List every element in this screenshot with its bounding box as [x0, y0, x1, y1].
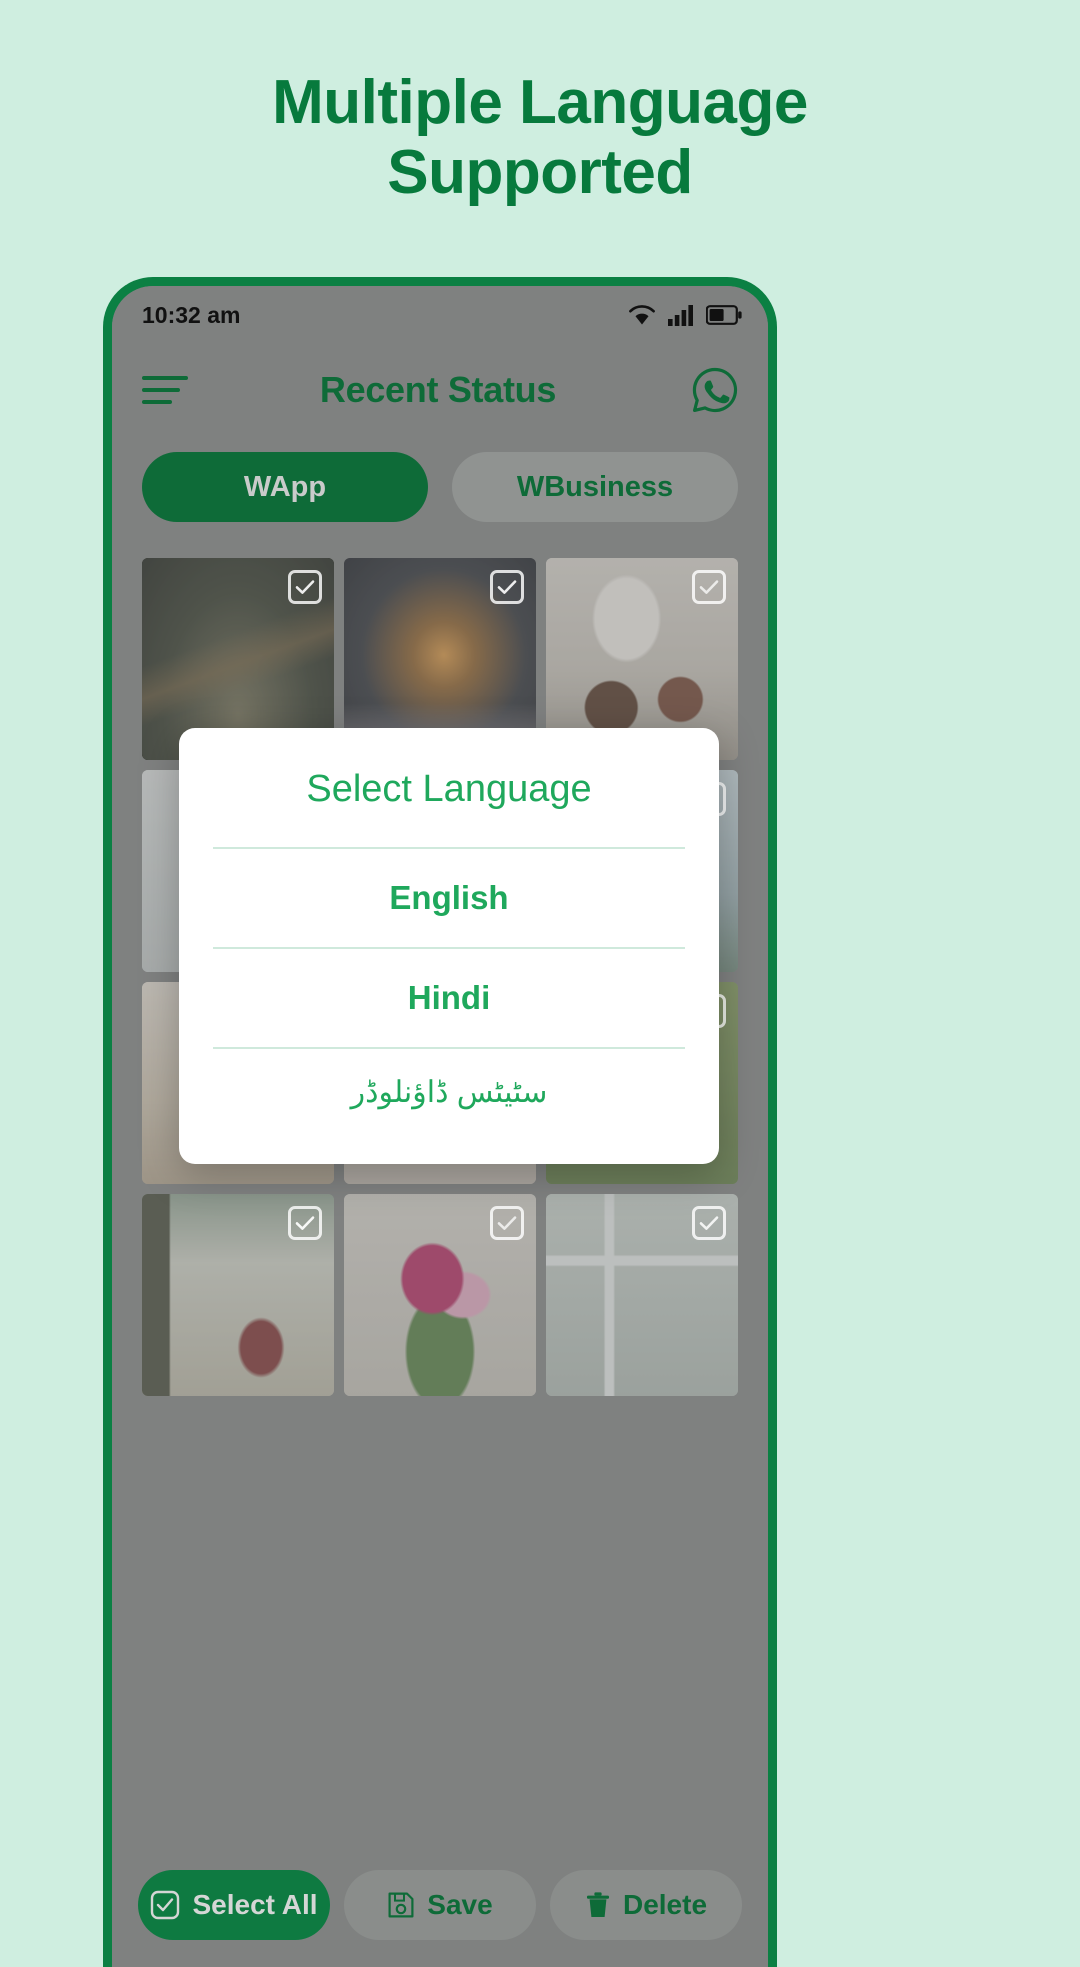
- dialog-title: Select Language: [306, 768, 592, 810]
- language-option-urdu[interactable]: سٹیٹس ڈاؤنلوڈر: [213, 1047, 685, 1134]
- language-option-english[interactable]: English: [213, 847, 685, 947]
- promo-heading: Multiple Language Supported: [0, 68, 1080, 208]
- promo-heading-line1: Multiple Language: [272, 68, 808, 137]
- phone-mockup-frame: 10:32 am Recent Status WApp WBusiness Se…: [103, 277, 777, 1967]
- select-language-dialog: Select Language English Hindi سٹیٹس ڈاؤن…: [179, 728, 719, 1164]
- language-option-hindi[interactable]: Hindi: [213, 947, 685, 1047]
- promo-heading-line2: Supported: [387, 138, 693, 208]
- phone-screen: 10:32 am Recent Status WApp WBusiness Se…: [112, 286, 768, 1967]
